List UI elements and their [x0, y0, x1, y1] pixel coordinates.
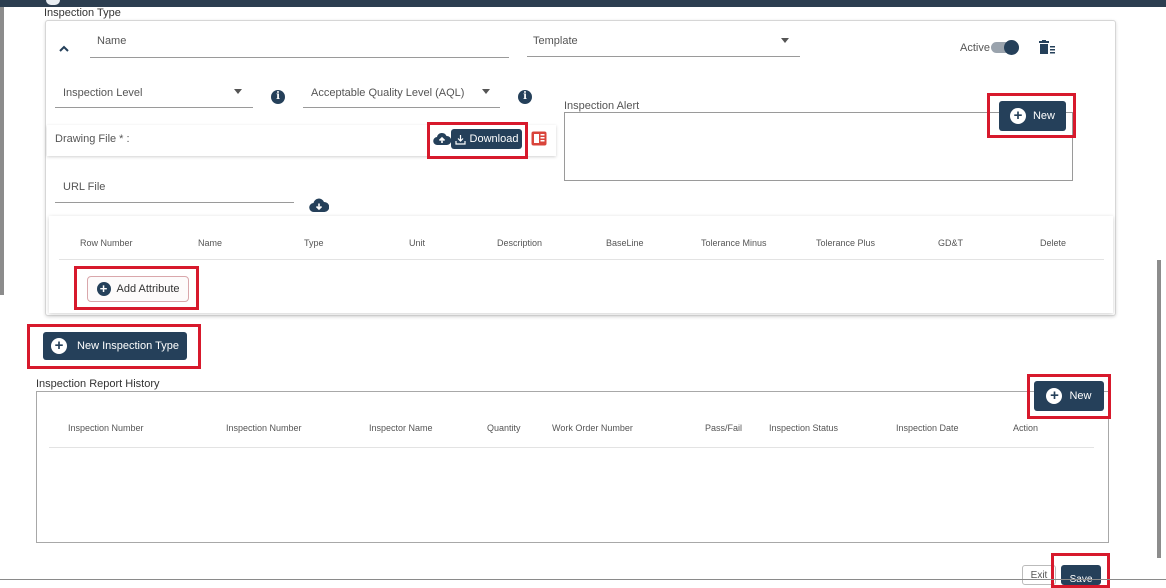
info-icon[interactable]: i	[271, 90, 285, 104]
column-header: Inspector Name	[369, 423, 433, 433]
column-header: Tolerance Plus	[816, 238, 876, 248]
inspection-alert-label: Inspection Alert	[564, 100, 640, 112]
inspection-level-select[interactable]: Inspection Level	[63, 87, 143, 99]
cloud-upload-icon[interactable]	[433, 132, 452, 146]
new-inspection-type-button[interactable]: + New Inspection Type	[43, 332, 187, 360]
pdf-icon[interactable]	[531, 131, 547, 146]
info-icon[interactable]: i	[518, 90, 532, 104]
url-file-underline	[55, 202, 294, 203]
name-input[interactable]: Name	[97, 35, 126, 47]
report-history-section-label: Inspection Report History	[36, 378, 160, 390]
cloud-download-icon[interactable]	[309, 198, 330, 213]
column-header: Action	[1013, 423, 1039, 433]
column-header: Delete	[1040, 238, 1067, 248]
chevron-down-icon[interactable]	[234, 89, 242, 94]
attribute-table	[49, 216, 1113, 313]
column-header: GD&T	[938, 238, 964, 248]
column-header: Tolerance Minus	[701, 238, 767, 248]
add-attribute-label: Add Attribute	[116, 283, 180, 295]
report-history-table	[36, 391, 1109, 543]
template-select[interactable]: Template	[533, 35, 578, 47]
inspection-type-section-label: Inspection Type	[44, 7, 121, 19]
column-header: Name	[198, 238, 223, 248]
template-underline	[527, 56, 800, 57]
new-alert-button[interactable]: + New	[999, 101, 1066, 131]
column-header: Inspection Number	[226, 423, 302, 433]
inspection-level-underline	[55, 107, 253, 108]
table-divider	[59, 259, 1104, 260]
download-icon	[454, 134, 466, 145]
right-scrollbar[interactable]	[1157, 260, 1161, 558]
url-file-input[interactable]: URL File	[63, 181, 105, 193]
column-header: Row Number	[80, 238, 133, 248]
column-header: Work Order Number	[552, 423, 633, 433]
chevron-up-icon[interactable]	[58, 41, 70, 52]
add-attribute-button[interactable]: + Add Attribute	[87, 276, 189, 302]
new-inspection-type-label: New Inspection Type	[77, 340, 179, 352]
left-scrollbar[interactable]	[0, 7, 4, 295]
column-header: Inspection Number	[68, 423, 144, 433]
new-alert-label: New	[1032, 110, 1055, 122]
aql-select[interactable]: Acceptable Quality Level (AQL)	[311, 87, 464, 99]
download-button[interactable]: Download	[451, 129, 522, 149]
column-header: Inspection Date	[896, 423, 959, 433]
download-label: Download	[469, 133, 519, 145]
top-bar	[0, 0, 1166, 7]
plus-circle-icon: +	[1046, 388, 1063, 404]
trash-icon[interactable]	[1039, 40, 1056, 54]
drawing-file-label: Drawing File * :	[55, 133, 130, 145]
column-header: BaseLine	[606, 238, 644, 248]
column-header: Quantity	[487, 423, 521, 433]
plus-circle-icon: +	[1009, 108, 1026, 124]
aql-underline	[303, 107, 500, 108]
active-toggle[interactable]	[991, 40, 1019, 55]
name-underline	[90, 57, 509, 58]
new-report-button[interactable]: + New	[1034, 381, 1104, 411]
plus-circle-icon: +	[51, 338, 68, 354]
column-header: Pass/Fail	[705, 423, 743, 433]
active-label: Active	[960, 42, 990, 54]
column-header: Inspection Status	[769, 423, 839, 433]
bottom-edge	[0, 579, 1166, 580]
chevron-down-icon[interactable]	[482, 89, 490, 94]
column-header: Description	[497, 238, 543, 248]
save-highlight	[1051, 553, 1110, 588]
toggle-knob	[1004, 40, 1019, 55]
chevron-down-icon[interactable]	[781, 38, 789, 43]
column-header: Type	[304, 238, 324, 248]
table-divider	[49, 447, 1094, 448]
column-header: Unit	[409, 238, 426, 248]
new-report-label: New	[1069, 390, 1092, 402]
plus-circle-icon: +	[96, 282, 111, 296]
